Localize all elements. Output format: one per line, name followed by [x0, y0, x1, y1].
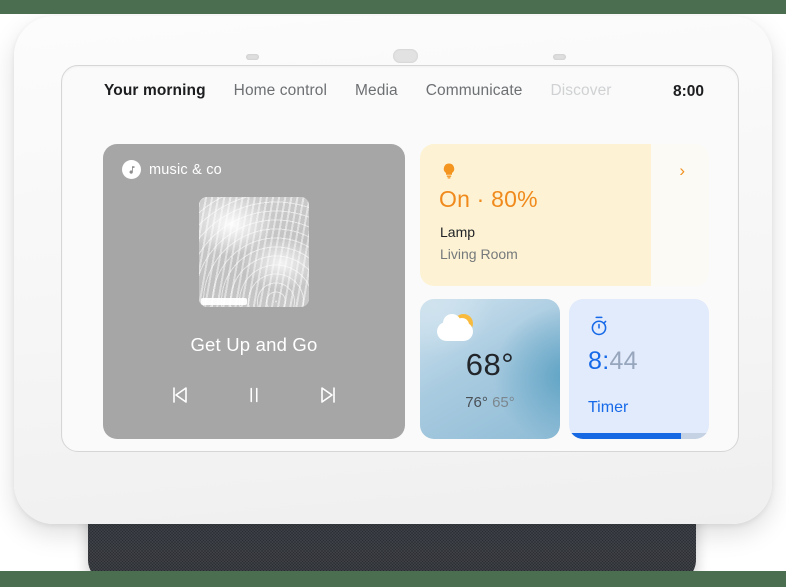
music-note-icon — [122, 160, 141, 179]
tab-your-morning[interactable]: Your morning — [104, 82, 206, 100]
product-stage: Your morning Home control Media Communic… — [0, 14, 786, 571]
skip-next-icon[interactable] — [315, 382, 341, 408]
sensor-right-icon — [553, 54, 566, 60]
stopwatch-icon — [588, 314, 610, 343]
media-player-card[interactable]: music & co Get Up and Go — [103, 144, 405, 439]
lamp-device-name: Lamp — [440, 224, 476, 240]
tab-media[interactable]: Media — [355, 82, 398, 100]
timer-label: Timer — [588, 399, 629, 416]
low-temperature: 65° — [492, 394, 515, 411]
sensor-left-icon — [246, 54, 259, 60]
timer-remaining: 8:44 — [588, 347, 638, 376]
timer-minutes: 8: — [588, 347, 610, 375]
high-temperature: 76° — [465, 394, 488, 411]
bottom-green-band — [0, 571, 786, 587]
sensor-center-icon — [393, 49, 418, 63]
tab-bar: Your morning Home control Media Communic… — [62, 66, 738, 116]
partly-cloudy-icon — [437, 314, 477, 344]
top-green-band — [0, 0, 786, 14]
media-provider: music & co — [122, 160, 222, 179]
timer-seconds: 44 — [609, 347, 638, 375]
tab-communicate[interactable]: Communicate — [426, 82, 523, 100]
lamp-state-label: On · 80% — [439, 186, 538, 212]
timer-progress-track — [569, 433, 709, 439]
playback-controls — [103, 382, 405, 408]
track-title: Get Up and Go — [190, 334, 318, 355]
tab-home-control[interactable]: Home control — [234, 82, 327, 100]
current-temperature: 68° — [465, 347, 515, 382]
lamp-control-card[interactable]: On · 80% Lamp Living Room › — [420, 144, 709, 286]
chevron-right-icon[interactable]: › — [679, 162, 685, 179]
cards-container: music & co Get Up and Go On · 80% Lamp L… — [103, 144, 709, 439]
cloud-icon — [437, 314, 473, 341]
lightbulb-icon — [440, 160, 458, 187]
timer-progress-fill — [569, 433, 681, 439]
status-clock: 8:00 — [672, 83, 704, 100]
high-low-temperature: 76° 65° — [420, 394, 560, 411]
album-progress-bar[interactable] — [201, 298, 248, 305]
timer-card[interactable]: 8:44 Timer — [569, 299, 709, 439]
pause-icon[interactable] — [241, 382, 267, 408]
skip-previous-icon[interactable] — [167, 382, 193, 408]
smart-display-device: Your morning Home control Media Communic… — [14, 16, 772, 524]
display-screen: Your morning Home control Media Communic… — [61, 65, 739, 452]
tab-discover[interactable]: Discover — [550, 82, 611, 100]
weather-card[interactable]: 68° 76° 65° — [420, 299, 560, 439]
media-provider-label: music & co — [149, 161, 222, 178]
album-artwork — [199, 197, 309, 307]
lamp-room-label: Living Room — [440, 246, 518, 262]
